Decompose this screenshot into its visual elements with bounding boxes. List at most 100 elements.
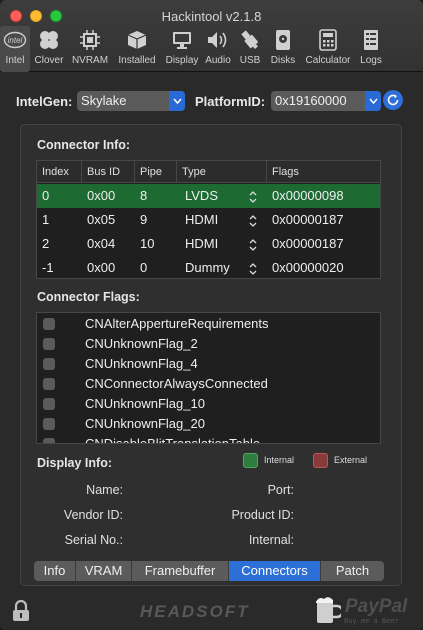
cell-type[interactable]: HDMI bbox=[180, 232, 218, 256]
toolbar-label: Logs bbox=[360, 55, 382, 66]
cell-type[interactable]: LVDS bbox=[180, 184, 218, 208]
list-item[interactable]: CNUnknownFlag_2 bbox=[37, 334, 380, 354]
serial-no-label: Serial No.: bbox=[64, 533, 123, 547]
usb-icon bbox=[237, 28, 263, 52]
intel-gen-label: IntelGen: bbox=[16, 93, 73, 109]
cell-bus-id: 0x00 bbox=[87, 188, 116, 203]
platform-id-label: PlatformID: bbox=[195, 93, 266, 109]
cell-bus-id: 0x05 bbox=[87, 212, 116, 227]
updown-chevron-icon[interactable] bbox=[248, 262, 258, 276]
tab-connectors[interactable]: Connectors bbox=[229, 561, 321, 581]
toolbar-item-intel[interactable]: intel Intel bbox=[0, 26, 30, 72]
paypal-logo[interactable]: PayPal bbox=[345, 596, 407, 618]
intel-gen-row: IntelGen: bbox=[16, 91, 72, 111]
flag-label: CNAlterAppertureRequirements bbox=[85, 316, 269, 331]
flag-label: CNUnknownFlag_10 bbox=[85, 396, 205, 411]
connector-info-title: Connector Info: bbox=[37, 138, 131, 152]
table-row[interactable]: 0 0x00 8 LVDS 0x00000098 bbox=[37, 184, 380, 208]
flag-label: CNUnknownFlag_4 bbox=[85, 356, 198, 371]
list-item[interactable]: CNUnknownFlag_20 bbox=[37, 414, 380, 434]
toolbar-item-usb[interactable]: USB bbox=[234, 26, 266, 72]
flag-checkbox[interactable] bbox=[43, 438, 55, 443]
calculator-icon bbox=[315, 28, 341, 52]
connector-flags-list[interactable]: CNAlterAppertureRequirements CNUnknownFl… bbox=[36, 312, 381, 444]
platform-row: PlatformID: bbox=[195, 91, 265, 111]
toolbar-item-disks[interactable]: Disks bbox=[266, 26, 300, 72]
intel-gen-value: Skylake bbox=[81, 93, 127, 108]
cell-index: 2 bbox=[42, 236, 50, 251]
updown-chevron-icon[interactable] bbox=[248, 238, 258, 252]
cell-type[interactable]: Dummy bbox=[180, 256, 230, 280]
flag-checkbox[interactable] bbox=[43, 318, 55, 330]
cell-bus-id: 0x00 bbox=[87, 260, 116, 275]
flag-label: CNDisableBlitTranslationTable bbox=[85, 436, 261, 444]
flag-checkbox[interactable] bbox=[43, 398, 55, 410]
cell-pipe: 0 bbox=[140, 260, 148, 275]
toolbar: intel Intel Clover NVRAM Installed Displ… bbox=[0, 26, 386, 72]
connector-table: Index Bus ID Pipe Type Flags 0 0x00 8 LV… bbox=[36, 160, 381, 279]
cell-pipe: 10 bbox=[140, 236, 155, 251]
cell-type[interactable]: HDMI bbox=[180, 208, 218, 232]
flag-checkbox[interactable] bbox=[43, 418, 55, 430]
headsoft-logo: HEADSOFT bbox=[140, 602, 250, 621]
tab-patch[interactable]: Patch bbox=[321, 561, 384, 581]
external-legend-label: External bbox=[334, 455, 368, 465]
toolbar-item-nvram[interactable]: NVRAM bbox=[68, 26, 112, 72]
name-label: Name: bbox=[86, 483, 123, 497]
toolbar-label: Clover bbox=[34, 55, 64, 66]
list-item[interactable]: CNUnknownFlag_4 bbox=[37, 354, 380, 374]
cell-flags: 0x00000020 bbox=[272, 260, 344, 275]
monitor-icon bbox=[169, 28, 195, 52]
cell-index: -1 bbox=[42, 260, 54, 275]
lock-icon[interactable] bbox=[11, 599, 31, 622]
refresh-button[interactable] bbox=[383, 90, 403, 110]
toolbar-item-calculator[interactable]: Calculator bbox=[300, 26, 356, 72]
flag-checkbox[interactable] bbox=[43, 338, 55, 350]
toolbar-item-display[interactable]: Display bbox=[162, 26, 202, 72]
column-header-flags[interactable]: Flags bbox=[267, 161, 380, 183]
toolbar-label: Intel bbox=[5, 55, 25, 66]
table-row[interactable]: 1 0x05 9 HDMI 0x00000187 bbox=[37, 208, 380, 232]
toolbar-item-logs[interactable]: Logs bbox=[356, 26, 386, 72]
column-header-bus-id[interactable]: Bus ID bbox=[82, 161, 135, 183]
cell-flags: 0x00000098 bbox=[272, 188, 344, 203]
toolbar-item-audio[interactable]: Audio bbox=[202, 26, 234, 72]
cell-index: 0 bbox=[42, 188, 50, 203]
updown-chevron-icon[interactable] bbox=[248, 190, 258, 204]
flag-checkbox[interactable] bbox=[43, 378, 55, 390]
column-header-pipe[interactable]: Pipe bbox=[135, 161, 177, 183]
list-item[interactable]: CNConnectorAlwaysConnected bbox=[37, 374, 380, 394]
platform-id-value: 0x19160000 bbox=[275, 93, 347, 108]
connector-flags-title: Connector Flags: bbox=[37, 290, 140, 304]
intel-gen-select[interactable]: Skylake bbox=[77, 91, 185, 111]
column-header-index[interactable]: Index bbox=[37, 161, 82, 183]
intel-icon: intel bbox=[2, 28, 28, 52]
list-item[interactable]: CNUnknownFlag_10 bbox=[37, 394, 380, 414]
flag-checkbox[interactable] bbox=[43, 358, 55, 370]
updown-chevron-icon[interactable] bbox=[248, 214, 258, 228]
cell-index: 1 bbox=[42, 212, 50, 227]
internal-swatch bbox=[243, 453, 258, 468]
cell-pipe: 8 bbox=[140, 188, 148, 203]
platform-id-select[interactable]: 0x19160000 bbox=[271, 91, 381, 111]
framebuffer-tabs: Info VRAM Framebuffer Connectors Patch bbox=[34, 561, 384, 581]
beer-mug-icon[interactable] bbox=[315, 595, 344, 625]
disk-icon bbox=[270, 28, 296, 52]
table-row[interactable]: 2 0x04 10 HDMI 0x00000187 bbox=[37, 232, 380, 256]
table-row[interactable]: -1 0x00 0 Dummy 0x00000020 bbox=[37, 256, 380, 280]
box-icon bbox=[124, 28, 150, 52]
tab-vram[interactable]: VRAM bbox=[76, 561, 132, 581]
logs-icon bbox=[358, 28, 384, 52]
internal-label: Internal: bbox=[248, 533, 294, 547]
tab-info[interactable]: Info bbox=[34, 561, 76, 581]
vendor-id-label: Vendor ID: bbox=[63, 508, 123, 522]
column-header-type[interactable]: Type bbox=[177, 161, 267, 183]
flag-label: CNUnknownFlag_2 bbox=[85, 336, 198, 351]
list-item[interactable]: CNAlterAppertureRequirements bbox=[37, 314, 380, 334]
list-item[interactable]: CNDisableBlitTranslationTable bbox=[37, 434, 380, 444]
table-header: Index Bus ID Pipe Type Flags bbox=[37, 161, 380, 183]
tab-framebuffer[interactable]: Framebuffer bbox=[132, 561, 229, 581]
toolbar-item-installed[interactable]: Installed bbox=[112, 26, 162, 72]
flag-label: CNUnknownFlag_20 bbox=[85, 416, 205, 431]
toolbar-item-clover[interactable]: Clover bbox=[30, 26, 68, 72]
